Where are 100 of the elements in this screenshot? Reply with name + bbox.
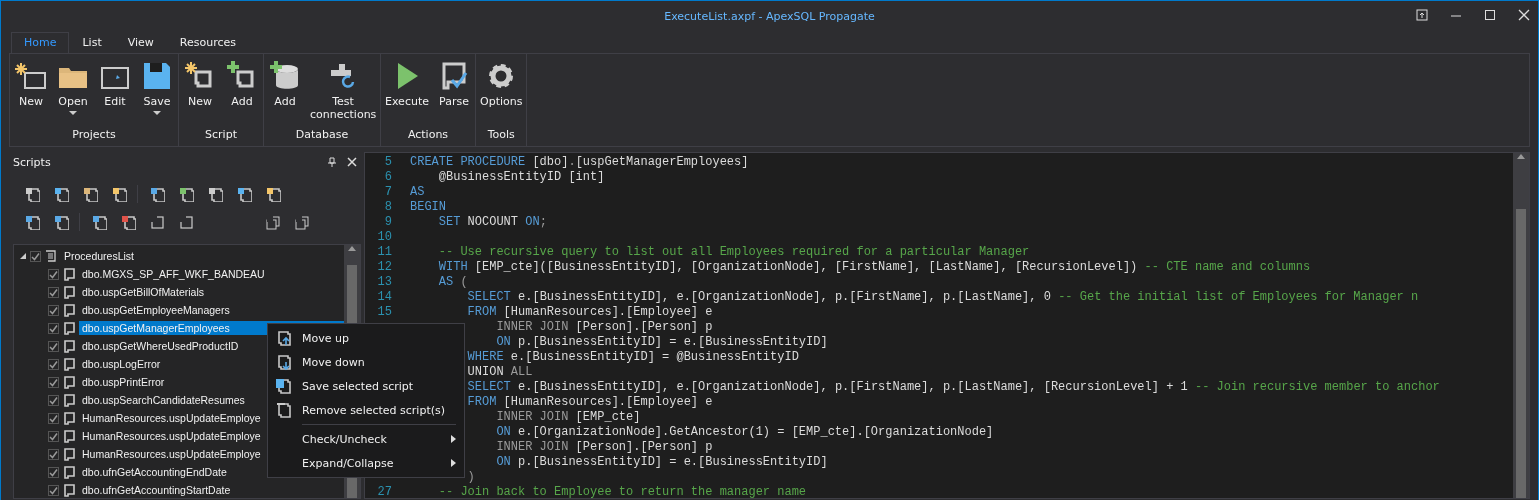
code-line: -- Join back to Employee to return the manager name	[438, 485, 807, 498]
restore-window-icon[interactable]	[1416, 9, 1428, 21]
menu-item[interactable]: Move down	[268, 350, 464, 374]
script-icon	[62, 393, 76, 407]
panel-title: Scripts	[13, 155, 52, 169]
checkbox[interactable]	[48, 484, 59, 496]
line-number: 6	[383, 170, 392, 185]
ribbon-button[interactable]: Add	[221, 60, 263, 128]
script-icon	[62, 447, 76, 461]
tree-item[interactable]: dbo.uspGetWhereUsedProductID	[79, 339, 242, 353]
tree-item[interactable]: HumanResources.uspUpdateEmploye	[79, 447, 264, 461]
ribbon-button[interactable]: Edit	[94, 60, 136, 128]
code-line: @BusinessEntityID [int]	[438, 170, 605, 185]
checkbox[interactable]	[48, 430, 59, 442]
line-number: 14	[376, 290, 392, 305]
tree-item[interactable]: HumanResources.uspUpdateEmploye	[79, 411, 264, 425]
script-icon	[62, 303, 76, 317]
script-icon	[62, 375, 76, 389]
ribbon-button[interactable]: New	[179, 60, 221, 128]
checkbox[interactable]	[48, 322, 59, 334]
scrollbar[interactable]	[1513, 153, 1529, 498]
checkbox[interactable]	[48, 412, 59, 424]
tree-item[interactable]: ProceduresList	[61, 249, 138, 263]
script-icon	[62, 465, 76, 479]
code-line: UNION ALL	[467, 365, 533, 380]
group-label: Database	[294, 128, 350, 143]
group-label: Script	[204, 128, 238, 143]
tree-item[interactable]: dbo.MGXS_SP_AFF_WKF_BANDEAU	[79, 267, 268, 281]
submenu-arrow-icon	[451, 459, 456, 467]
ribbon-button[interactable]: Execute	[381, 60, 433, 128]
close-icon[interactable]	[347, 157, 357, 167]
ribbon-button[interactable]: New	[10, 60, 52, 128]
line-number: 7	[383, 185, 392, 200]
code-line: SELECT e.[BusinessEntityID], e.[OrganizationNode], p.[FirstName], p.[LastName], 0 -- Get the initial list of Employees for Manager n	[467, 290, 1419, 305]
checkbox[interactable]	[48, 358, 59, 370]
script-icon	[62, 339, 76, 353]
script-icon	[62, 267, 76, 281]
scroll-up-icon[interactable]	[348, 245, 356, 251]
tree-item[interactable]: dbo.uspGetBillOfMaterials	[79, 285, 207, 299]
tree-item[interactable]: dbo.uspSearchCandidateResumes	[79, 393, 248, 407]
checkbox[interactable]	[48, 286, 59, 298]
code-line: FROM [HumanResources].[Employee] e	[467, 305, 713, 320]
code-line: BEGIN	[410, 200, 446, 215]
ribbon-tab[interactable]: View	[114, 32, 167, 53]
code-line: -- Use recursive query to list out all Employees required for a particular Manager	[438, 245, 1030, 260]
expanded-arrow-icon[interactable]	[19, 252, 27, 260]
ribbon-tab[interactable]: Resources	[166, 32, 249, 53]
line-number: 15	[376, 305, 392, 320]
scroll-up-icon[interactable]	[1517, 153, 1525, 159]
code-line: SET NOCOUNT ON;	[438, 215, 547, 230]
code-line: INNER JOIN [Person].[Person] p	[496, 440, 713, 455]
line-number: 5	[383, 155, 392, 170]
caret-icon	[153, 111, 161, 115]
group-label: Tools	[486, 128, 516, 143]
ribbon-button[interactable]: Test connections	[306, 60, 380, 128]
ribbon-tab[interactable]: Home	[11, 32, 70, 53]
caret-icon	[69, 111, 77, 115]
window-title: ExecuteList.axpf - ApexSQL Propagate	[664, 9, 875, 23]
tree-item[interactable]: dbo.uspPrintError	[79, 375, 168, 389]
ribbon-button[interactable]: Parse	[433, 60, 475, 128]
menu-item[interactable]: Check/Uncheck	[268, 427, 464, 451]
checkbox[interactable]	[48, 340, 59, 352]
script-icon	[62, 321, 76, 335]
checkbox[interactable]	[48, 394, 59, 406]
ribbon-tab[interactable]: List	[69, 32, 115, 53]
checkbox[interactable]	[48, 304, 59, 316]
checkbox[interactable]	[30, 250, 41, 262]
code-line: INNER JOIN [EMP_cte]	[496, 410, 641, 425]
checkbox[interactable]	[48, 376, 59, 388]
script-icon	[62, 429, 76, 443]
line-number: 27	[376, 485, 392, 498]
checkbox[interactable]	[48, 466, 59, 478]
menu-item[interactable]: Expand/Collapse	[268, 451, 464, 475]
ribbon-button[interactable]: Options	[476, 60, 527, 128]
list-document-icon[interactable]	[23, 186, 40, 202]
pin-icon[interactable]	[327, 157, 337, 167]
code-line: SELECT e.[BusinessEntityID], e.[OrganizationNode], p.[FirstName], p.[LastName], [RecursionLevel] + 1 -- Join recursive member to anchor	[467, 380, 1440, 395]
script-icon[interactable]	[206, 186, 223, 202]
checkbox[interactable]	[48, 448, 59, 460]
ribbon-button[interactable]: Open	[52, 60, 94, 128]
add-database-icon	[269, 60, 301, 92]
code-line: ON e.[OrganizationNode].GetAncestor(1) = [EMP_cte].[OrganizationNode]	[496, 425, 994, 440]
menu-item[interactable]: Remove selected script(s)	[268, 398, 464, 422]
code-line: FROM [HumanResources].[Employee] e	[467, 395, 713, 410]
tree-item[interactable]: dbo.uspLogError	[79, 357, 164, 371]
ribbon-button[interactable]: Add	[264, 60, 306, 128]
script-icon	[62, 357, 76, 371]
group-label: Actions	[406, 128, 450, 143]
ribbon-button[interactable]: Save	[136, 60, 178, 128]
code-line: AS (	[438, 275, 468, 290]
tree-item[interactable]: dbo.uspGetEmployeeManagers	[79, 303, 233, 317]
maximize-icon[interactable]	[1484, 9, 1496, 21]
checkbox[interactable]	[48, 268, 59, 280]
tree-item[interactable]: dbo.ufnGetAccountingStartDate	[79, 483, 234, 497]
line-number: 8	[383, 200, 392, 215]
close-icon[interactable]	[1518, 9, 1530, 21]
line-number: 10	[376, 230, 392, 245]
tree-item[interactable]: HumanResources.uspUpdateEmploye	[79, 429, 264, 443]
tree-item[interactable]: dbo.ufnGetAccountingEndDate	[79, 465, 230, 479]
menu-item[interactable]: Save selected script	[268, 374, 464, 398]
